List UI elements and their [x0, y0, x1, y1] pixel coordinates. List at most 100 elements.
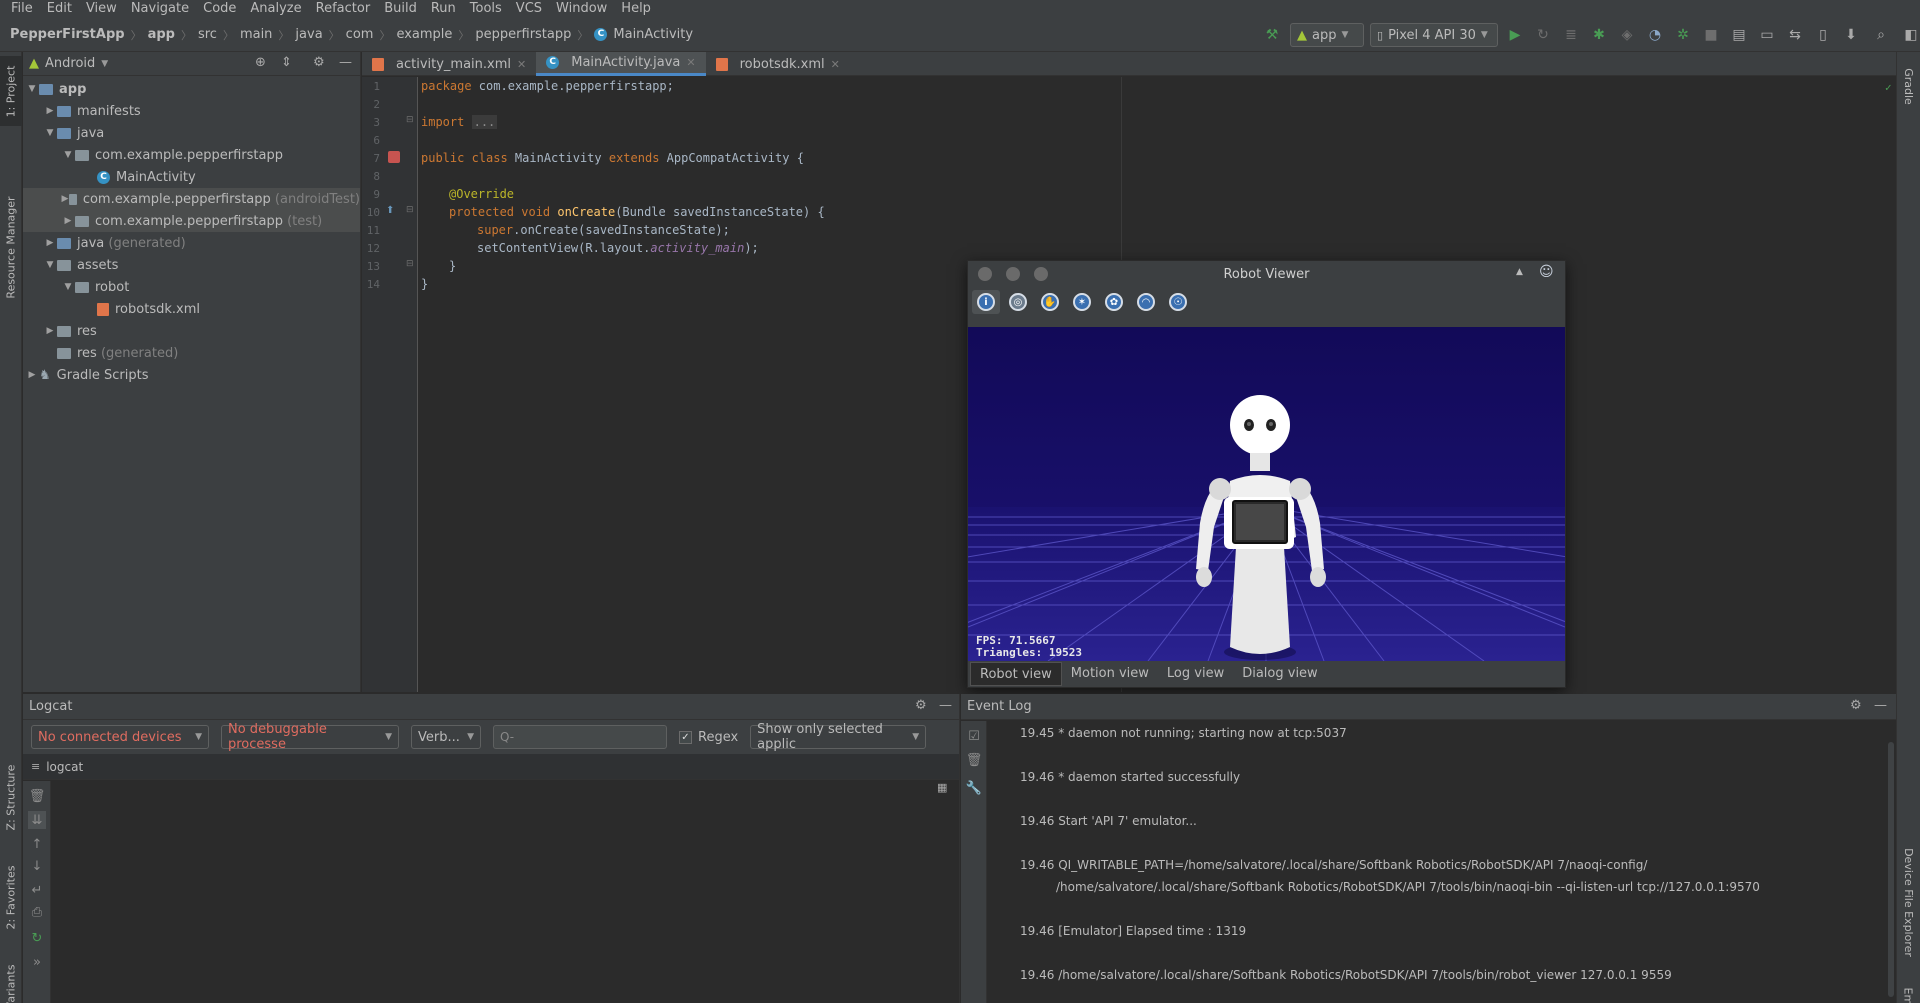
maximize-window-button[interactable]: [1034, 267, 1048, 281]
layout-inspector-icon[interactable]: ▭: [1756, 23, 1778, 47]
tab-dialog-view[interactable]: Dialog view: [1233, 662, 1326, 686]
menu-file[interactable]: File: [4, 0, 40, 18]
info-icon[interactable]: i: [972, 290, 1000, 314]
menu-vcs[interactable]: VCS: [509, 0, 549, 18]
fold-icon[interactable]: ⊟: [406, 205, 414, 215]
coverage-icon[interactable]: ◈: [1616, 23, 1638, 47]
soft-wrap-icon[interactable]: ↵: [28, 881, 46, 899]
collapsed-arrow-icon[interactable]: ▶: [43, 238, 57, 248]
gear-icon[interactable]: ⚙: [313, 55, 325, 70]
tab-robot-view[interactable]: Robot view: [970, 662, 1062, 686]
sdk-manager-icon[interactable]: ⬇: [1840, 23, 1862, 47]
menu-navigate[interactable]: Navigate: [124, 0, 196, 18]
tree-item-package-androidtest[interactable]: ▶ com.example.pepperfirstapp (androidTest…: [23, 188, 360, 210]
run-icon[interactable]: ▶: [1504, 23, 1526, 47]
menu-run[interactable]: Run: [424, 0, 463, 18]
robot-sdk-icon[interactable]: ◧: [1900, 23, 1920, 47]
tab-device-file-explorer[interactable]: Device File Explorer: [1897, 842, 1919, 962]
menu-window[interactable]: Window: [549, 0, 614, 18]
tree-item-package-test[interactable]: ▶ com.example.pepperfirstapp (test): [23, 210, 360, 232]
expanded-arrow-icon[interactable]: ▼: [61, 282, 75, 292]
tab-emulator[interactable]: Emulator: [1897, 977, 1919, 1003]
tab-log-view[interactable]: Log view: [1158, 662, 1233, 686]
print-icon[interactable]: ⎙: [28, 903, 46, 921]
stop-icon[interactable]: ■: [1700, 23, 1722, 47]
run-config-select[interactable]: ▲ app ▼: [1290, 23, 1364, 47]
tab-project[interactable]: 1: Project: [0, 56, 22, 126]
tab-motion-view[interactable]: Motion view: [1062, 662, 1158, 686]
tree-item-res[interactable]: ▶ res: [23, 320, 360, 342]
menu-view[interactable]: View: [79, 0, 124, 18]
tab-build-variants[interactable]: Build Variants: [0, 952, 22, 1003]
scroll-to-end-icon[interactable]: ⇊: [28, 811, 46, 829]
robot-3d-view[interactable]: FPS: 71.5667 Triangles: 19523: [968, 327, 1565, 661]
settings-icon[interactable]: ✿: [1100, 290, 1128, 314]
process-dropdown[interactable]: No debuggable processe ▼: [221, 722, 399, 752]
collapsed-arrow-icon[interactable]: ▶: [61, 216, 75, 226]
menu-build[interactable]: Build: [377, 0, 424, 18]
hide-icon[interactable]: —: [339, 55, 352, 70]
folded-imports[interactable]: ...: [471, 115, 498, 129]
tree-item-robot[interactable]: ▼ robot: [23, 276, 360, 298]
fold-icon[interactable]: ⊟: [406, 115, 414, 125]
collapse-all-icon[interactable]: ⇕: [281, 55, 292, 70]
gear-icon[interactable]: ⚙: [1850, 698, 1862, 713]
breadcrumb-src[interactable]: src: [198, 27, 217, 42]
collapse-up-icon[interactable]: ▲: [1516, 267, 1523, 277]
posture-icon[interactable]: ✶: [1068, 290, 1096, 314]
fold-icon[interactable]: ⊟: [406, 259, 414, 269]
tree-item-res-generated[interactable]: res (generated): [23, 342, 360, 364]
hammer-icon[interactable]: ⚒: [1260, 23, 1284, 47]
profile-icon[interactable]: ◔: [1644, 23, 1666, 47]
locate-icon[interactable]: ⊕: [255, 55, 266, 70]
breadcrumb-package[interactable]: pepperfirstapp: [475, 27, 571, 42]
breadcrumb-com[interactable]: com: [346, 27, 374, 42]
apply-changes-icon[interactable]: ≣: [1560, 23, 1582, 47]
tree-item-assets[interactable]: ▼ assets: [23, 254, 360, 276]
sound-icon[interactable]: ☉: [1164, 290, 1192, 314]
trash-icon[interactable]: 🗑: [965, 751, 983, 769]
filter-dropdown[interactable]: Show only selected applic ▼: [750, 722, 927, 752]
debug-icon[interactable]: ✱: [1588, 23, 1610, 47]
chevron-down-icon[interactable]: ▼: [101, 59, 108, 69]
tree-item-app[interactable]: ▼ app: [23, 78, 360, 100]
menu-code[interactable]: Code: [196, 0, 243, 18]
restart-icon[interactable]: ↻: [28, 929, 46, 947]
tree-item-java-generated[interactable]: ▶ java (generated): [23, 232, 360, 254]
project-structure-icon[interactable]: ▤: [1728, 23, 1750, 47]
breadcrumb-java[interactable]: java: [295, 27, 322, 42]
tab-structure[interactable]: Z: Structure: [0, 752, 22, 842]
project-view-select[interactable]: Android: [45, 56, 95, 71]
tree-item-manifests[interactable]: ▶ manifests: [23, 100, 360, 122]
tree-item-robotsdk-xml[interactable]: robotsdk.xml: [23, 298, 360, 320]
breadcrumb-main[interactable]: main: [240, 27, 272, 42]
tree-item-package[interactable]: ▼ com.example.pepperfirstapp: [23, 144, 360, 166]
close-icon[interactable]: ✕: [686, 56, 695, 69]
tab-mainactivity-java[interactable]: C MainActivity.java ✕: [536, 52, 706, 76]
close-icon[interactable]: ✕: [831, 58, 840, 71]
sync-gradle-icon[interactable]: ⇆: [1784, 23, 1806, 47]
collapsed-arrow-icon[interactable]: ▶: [25, 370, 39, 380]
tree-item-gradle-scripts[interactable]: ▶ ♞ Gradle Scripts: [23, 364, 360, 386]
menu-help[interactable]: Help: [614, 0, 658, 18]
tab-resource-manager[interactable]: Resource Manager: [0, 182, 22, 312]
breadcrumb-file[interactable]: MainActivity: [613, 27, 693, 42]
down-arrow-icon[interactable]: ↓: [28, 857, 46, 875]
device-select[interactable]: ▯ Pixel 4 API 30 ▼: [1370, 23, 1498, 47]
attach-debugger-icon[interactable]: ✲: [1672, 23, 1694, 47]
tree-item-java[interactable]: ▼ java: [23, 122, 360, 144]
minimize-window-button[interactable]: [1006, 267, 1020, 281]
tab-activity-main-xml[interactable]: activity_main.xml ✕: [362, 52, 536, 76]
up-arrow-icon[interactable]: ↑: [28, 835, 46, 853]
breadcrumb-project[interactable]: PepperFirstApp: [10, 27, 125, 42]
close-window-button[interactable]: [978, 267, 992, 281]
expanded-arrow-icon[interactable]: ▼: [43, 260, 57, 270]
collapsed-arrow-icon[interactable]: ▶: [43, 106, 57, 116]
layout-icon[interactable]: ▦: [937, 781, 947, 794]
regex-checkbox[interactable]: ✓ Regex: [679, 730, 738, 745]
scrollbar[interactable]: [1888, 742, 1894, 997]
sonar-icon[interactable]: ◠: [1132, 290, 1160, 314]
android-activity-icon[interactable]: [388, 151, 400, 163]
device-dropdown[interactable]: No connected devices ▼: [31, 725, 209, 749]
menu-refactor[interactable]: Refactor: [309, 0, 378, 18]
